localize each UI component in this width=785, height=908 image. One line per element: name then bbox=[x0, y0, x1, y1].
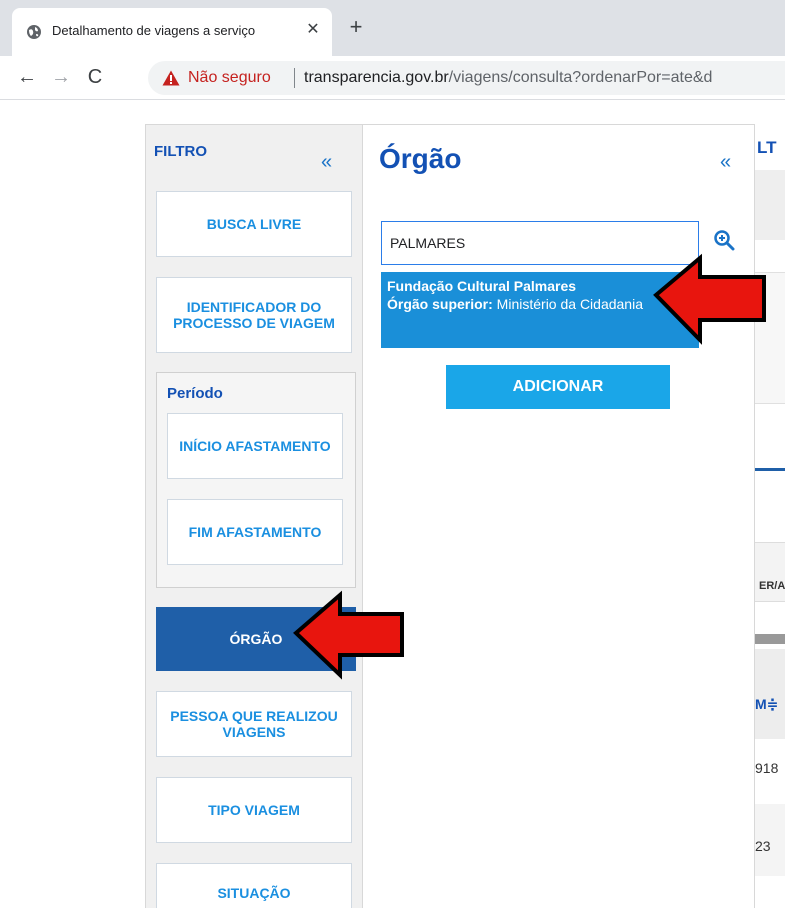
filter-title: FILTRO bbox=[154, 143, 208, 160]
filter-identificador-button[interactable]: IDENTIFICADOR DO PROCESSO DE VIAGEM bbox=[156, 277, 352, 353]
results-header: LT bbox=[755, 124, 785, 170]
tab-close-icon[interactable]: ✕ bbox=[302, 19, 324, 41]
reload-icon[interactable]: C bbox=[82, 64, 108, 90]
filter-pessoa-label: PESSOA QUE REALIZOU VIAGENS bbox=[170, 708, 338, 740]
filter-tipo-viagem-button[interactable]: TIPO VIAGEM bbox=[156, 777, 352, 843]
filter-tipo-label: TIPO VIAGEM bbox=[208, 802, 300, 818]
filter-busca-livre-label: BUSCA LIVRE bbox=[206, 216, 302, 232]
tab-title: Detalhamento de viagens a serviço bbox=[52, 23, 256, 38]
table-cell-fragment: 23 bbox=[755, 838, 771, 854]
browser-tab[interactable]: Detalhamento de viagens a serviço ✕ bbox=[12, 8, 332, 56]
browser-tab-strip: Detalhamento de viagens a serviço ✕ + bbox=[0, 0, 785, 56]
filter-fim-label: FIM AFASTAMENTO bbox=[188, 524, 322, 540]
forward-arrow-icon[interactable]: → bbox=[48, 64, 74, 90]
suggestion-superior-value: Ministério da Cidadania bbox=[492, 296, 643, 312]
sortable-column-fragment[interactable]: M≑ bbox=[755, 696, 778, 713]
tab-title-fade bbox=[258, 20, 292, 44]
zoom-search-icon[interactable] bbox=[713, 229, 735, 251]
orgao-filter-panel: Órgão « Fundação Cultural Palmares Órgão… bbox=[363, 124, 755, 908]
browser-toolbar: ← → C Não seguro transparencia.gov.br/vi… bbox=[0, 56, 785, 100]
add-button[interactable]: ADICIONAR bbox=[446, 365, 670, 409]
annotation-arrow-icon bbox=[653, 253, 766, 345]
filter-fim-afastamento-button[interactable]: FIM AFASTAMENTO bbox=[167, 499, 343, 565]
results-gray-band bbox=[755, 170, 785, 240]
filter-inicio-label: INÍCIO AFASTAMENTO bbox=[179, 438, 331, 454]
globe-icon bbox=[27, 25, 41, 39]
not-secure-label[interactable]: Não seguro bbox=[188, 69, 271, 87]
address-separator bbox=[294, 68, 295, 88]
results-title-fragment: LT bbox=[757, 138, 777, 157]
periodo-group: Período INÍCIO AFASTAMENTO FIM AFASTAMEN… bbox=[156, 372, 356, 588]
warning-icon bbox=[162, 70, 180, 86]
table-header-fragment bbox=[755, 542, 785, 602]
collapse-panel-icon[interactable]: « bbox=[720, 151, 731, 174]
background-results-area: LT ER/A M≑ 918 23 bbox=[755, 124, 785, 908]
table-scrollbar[interactable] bbox=[755, 634, 785, 644]
filter-situacao-button[interactable]: SITUAÇÃO bbox=[156, 863, 352, 908]
table-cell-fragment: 918 bbox=[755, 760, 779, 776]
screen: Detalhamento de viagens a serviço ✕ + ← … bbox=[0, 0, 785, 908]
page-content: FILTRO « BUSCA LIVRE IDENTIFICADOR DO PR… bbox=[0, 101, 785, 908]
collapse-sidebar-icon[interactable]: « bbox=[321, 151, 332, 174]
filter-busca-livre-button[interactable]: BUSCA LIVRE bbox=[156, 191, 352, 257]
new-tab-button[interactable]: + bbox=[344, 16, 368, 40]
filter-inicio-afastamento-button[interactable]: INÍCIO AFASTAMENTO bbox=[167, 413, 343, 479]
address-bar[interactable]: Não seguro transparencia.gov.br/viagens/… bbox=[148, 61, 785, 95]
url-path: /viagens/consulta?ordenarPor=ate&d bbox=[448, 69, 713, 86]
url-text: transparencia.gov.br/viagens/consulta?or… bbox=[304, 69, 712, 87]
table-header-text-fragment: ER/A bbox=[759, 580, 785, 592]
suggestion-superior: Órgão superior: Ministério da Cidadania bbox=[387, 296, 643, 312]
filter-orgao-label: ÓRGÃO bbox=[229, 631, 283, 647]
filter-identificador-label: IDENTIFICADOR DO PROCESSO DE VIAGEM bbox=[173, 299, 335, 331]
table-column-header bbox=[755, 649, 785, 739]
filter-situacao-label: SITUAÇÃO bbox=[217, 885, 291, 901]
suggestion-superior-label: Órgão superior: bbox=[387, 296, 493, 312]
annotation-arrow-icon bbox=[293, 590, 404, 680]
filter-sidebar: FILTRO « BUSCA LIVRE IDENTIFICADOR DO PR… bbox=[145, 124, 363, 908]
suggestion-name: Fundação Cultural Palmares bbox=[387, 278, 577, 294]
panel-title: Órgão bbox=[379, 143, 462, 174]
back-arrow-icon[interactable]: ← bbox=[14, 64, 40, 90]
url-domain: transparencia.gov.br bbox=[304, 69, 449, 86]
results-blue-rule bbox=[755, 468, 785, 471]
periodo-label: Período bbox=[167, 385, 223, 402]
filter-pessoa-button[interactable]: PESSOA QUE REALIZOU VIAGENS bbox=[156, 691, 352, 757]
